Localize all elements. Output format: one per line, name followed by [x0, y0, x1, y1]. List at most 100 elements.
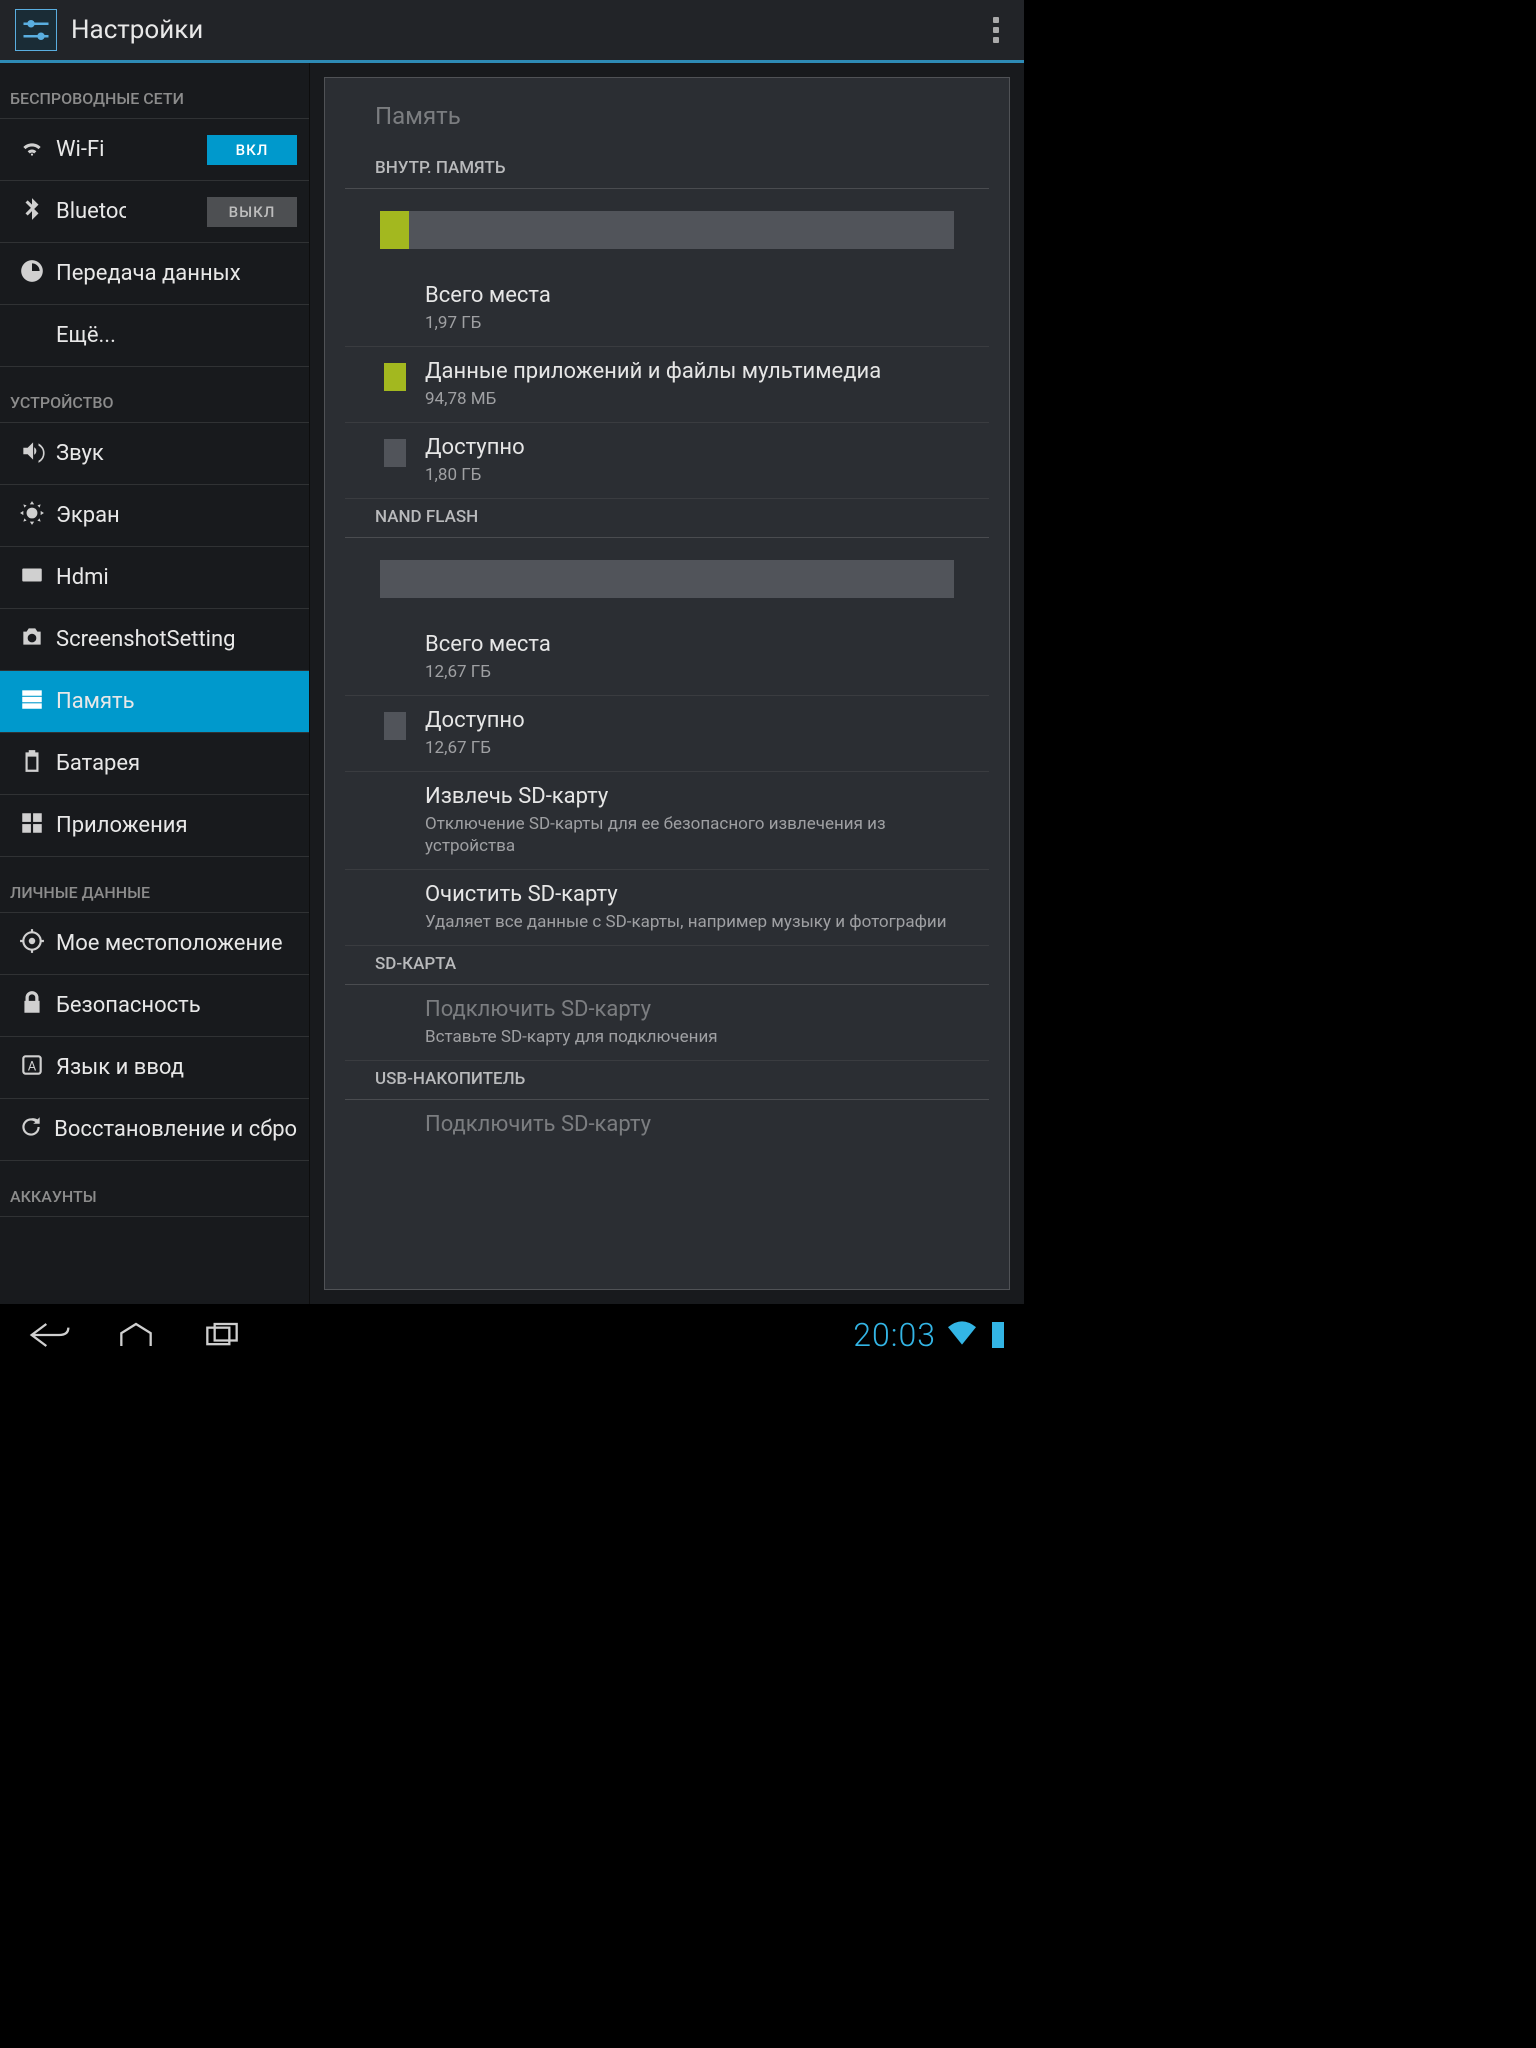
sidebar-category-personal: ЛИЧНЫЕ ДАННЫЕ	[0, 857, 309, 913]
sidebar-item-sound[interactable]: Звук	[0, 423, 309, 485]
sidebar-item-bluetooth[interactable]: Bluetooth ВЫКЛ	[0, 181, 309, 243]
sidebar-item-more[interactable]: Ещё...	[0, 305, 309, 367]
language-icon: A	[19, 1052, 45, 1084]
recent-icon	[200, 1319, 244, 1351]
status-battery-icon	[992, 1322, 1004, 1348]
sidebar-item-battery[interactable]: Батарея	[0, 733, 309, 795]
sidebar-item-label: Язык и ввод	[56, 1055, 184, 1080]
row-title: Доступно	[425, 708, 959, 733]
row-nand-available[interactable]: Доступно 12,67 ГБ	[345, 696, 989, 772]
row-internal-available[interactable]: Доступно 1,80 ГБ	[345, 423, 989, 499]
sidebar-item-storage[interactable]: Память	[0, 671, 309, 733]
sidebar-category-accounts: АККАУНТЫ	[0, 1161, 309, 1217]
bluetooth-icon	[19, 196, 45, 228]
lock-icon	[19, 990, 45, 1022]
status-clock: 20:03	[853, 1316, 936, 1354]
sidebar-item-data-usage[interactable]: Передача данных	[0, 243, 309, 305]
color-swatch-apps	[384, 363, 406, 391]
wifi-icon	[19, 134, 45, 166]
sidebar-item-label: Батарея	[56, 751, 140, 776]
sidebar-item-label: Восстановление и сброс	[54, 1117, 297, 1142]
sidebar-item-screenshot[interactable]: ScreenshotSetting	[0, 609, 309, 671]
storage-panel: Память ВНУТР. ПАМЯТЬ Всего места 1,97 ГБ…	[324, 77, 1010, 1290]
hdmi-icon	[19, 562, 45, 594]
sidebar-item-label: Безопасность	[56, 993, 201, 1018]
data-usage-icon	[19, 258, 45, 290]
app-title: Настройки	[71, 15, 203, 45]
sidebar-item-label: Память	[56, 689, 135, 714]
row-mount-usb: Подключить SD-карту	[345, 1100, 989, 1149]
sidebar-item-label: Экран	[56, 503, 120, 528]
recent-apps-button[interactable]	[192, 1315, 252, 1355]
home-icon	[114, 1319, 158, 1351]
home-button[interactable]	[106, 1315, 166, 1355]
row-title: Всего места	[425, 283, 959, 308]
sound-icon	[19, 438, 45, 470]
row-title: Извлечь SD-карту	[425, 784, 959, 809]
settings-sidebar: БЕСПРОВОДНЫЕ СЕТИ Wi-Fi ВКЛ Bluetooth ВЫ…	[0, 63, 310, 1304]
sidebar-item-label: Звук	[56, 441, 104, 466]
sidebar-item-location[interactable]: Мое местоположение	[0, 913, 309, 975]
row-internal-apps[interactable]: Данные приложений и файлы мультимедиа 94…	[345, 347, 989, 423]
overflow-menu-button[interactable]	[983, 3, 1009, 57]
row-title: Всего места	[425, 632, 959, 657]
back-icon	[28, 1319, 72, 1351]
back-button[interactable]	[20, 1315, 80, 1355]
bluetooth-toggle[interactable]: ВЫКЛ	[207, 197, 297, 227]
status-wifi-icon	[948, 1321, 976, 1349]
sidebar-category-wireless: БЕСПРОВОДНЫЕ СЕТИ	[0, 63, 309, 119]
row-title: Очистить SD-карту	[425, 882, 959, 907]
nand-usage-bar	[380, 560, 954, 598]
sidebar-item-label: Wi-Fi	[56, 137, 104, 162]
sidebar-item-backup[interactable]: Восстановление и сброс	[0, 1099, 309, 1161]
row-desc: Отключение SD-карты для ее безопасного и…	[425, 813, 959, 857]
page-title: Память	[325, 78, 1009, 150]
sidebar-category-device: УСТРОЙСТВО	[0, 367, 309, 423]
sidebar-item-language[interactable]: A Язык и ввод	[0, 1037, 309, 1099]
storage-icon	[19, 686, 45, 718]
apps-icon	[19, 810, 45, 842]
wifi-toggle[interactable]: ВКЛ	[207, 135, 297, 165]
settings-icon	[15, 9, 57, 51]
battery-icon	[19, 748, 45, 780]
row-unmount-sd[interactable]: Извлечь SD-карту Отключение SD-карты для…	[345, 772, 989, 870]
sidebar-item-wifi[interactable]: Wi-Fi ВКЛ	[0, 119, 309, 181]
internal-usage-fill	[380, 211, 409, 249]
row-nand-total[interactable]: Всего места 12,67 ГБ	[345, 620, 989, 696]
sidebar-item-security[interactable]: Безопасность	[0, 975, 309, 1037]
sidebar-item-label: Передача данных	[56, 261, 241, 286]
sidebar-item-display[interactable]: Экран	[0, 485, 309, 547]
camera-icon	[19, 624, 45, 656]
row-title: Доступно	[425, 435, 959, 460]
location-icon	[19, 928, 45, 960]
row-internal-total[interactable]: Всего места 1,97 ГБ	[345, 271, 989, 347]
section-usb-header: USB-НАКОПИТЕЛЬ	[345, 1061, 989, 1100]
system-navbar: 20:03	[0, 1304, 1024, 1365]
row-value: 94,78 МБ	[425, 388, 959, 410]
section-internal-header: ВНУТР. ПАМЯТЬ	[345, 150, 989, 189]
internal-usage-bar	[380, 211, 954, 249]
backup-icon	[18, 1114, 44, 1146]
sidebar-item-label: ScreenshotSetting	[56, 627, 236, 652]
display-icon	[19, 500, 45, 532]
sidebar-item-apps[interactable]: Приложения	[0, 795, 309, 857]
action-bar: Настройки	[0, 0, 1024, 60]
row-value: 12,67 ГБ	[425, 737, 959, 759]
row-title: Данные приложений и файлы мультимедиа	[425, 359, 959, 384]
row-mount-sd: Подключить SD-карту Вставьте SD-карту дл…	[345, 985, 989, 1061]
row-desc: Удаляет все данные с SD-карты, например …	[425, 911, 959, 933]
sidebar-item-label: Bluetooth	[56, 199, 126, 224]
overflow-icon	[993, 17, 999, 23]
svg-text:A: A	[28, 1059, 37, 1074]
row-value: 1,80 ГБ	[425, 464, 959, 486]
sidebar-item-hdmi[interactable]: Hdmi	[0, 547, 309, 609]
row-desc: Вставьте SD-карту для подключения	[425, 1026, 959, 1048]
row-title: Подключить SD-карту	[425, 1112, 959, 1137]
section-sdcard-header: SD-КАРТА	[345, 946, 989, 985]
row-value: 1,97 ГБ	[425, 312, 959, 334]
row-erase-sd[interactable]: Очистить SD-карту Удаляет все данные с S…	[345, 870, 989, 946]
color-swatch-available	[384, 712, 406, 740]
sidebar-item-label: Приложения	[56, 813, 188, 838]
row-value: 12,67 ГБ	[425, 661, 959, 683]
sidebar-item-label: Ещё...	[56, 323, 116, 348]
